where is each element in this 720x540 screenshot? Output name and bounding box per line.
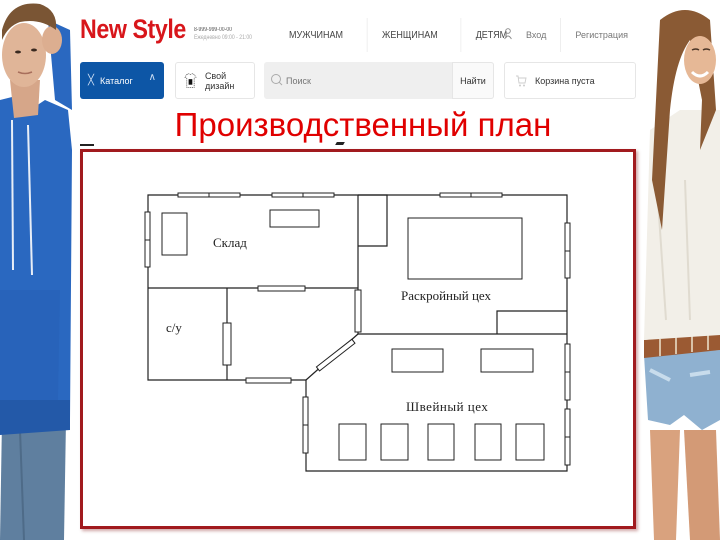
- search-icon: [271, 74, 283, 86]
- register-link[interactable]: Регистрация: [575, 30, 628, 40]
- window: [302, 192, 335, 198]
- cart-button[interactable]: Корзина пуста: [504, 62, 636, 99]
- nav-men[interactable]: МУЖЧИНАМ: [275, 18, 358, 52]
- site-header: New Style 8-999-999-00-00 Ежедневно 09:0…: [74, 0, 640, 105]
- window: [564, 222, 571, 252]
- catalog-label: Каталог: [100, 75, 133, 86]
- cart-label: Корзина пуста: [535, 75, 595, 86]
- window: [177, 192, 210, 198]
- window: [564, 436, 571, 466]
- user-nav: Вход Регистрация: [504, 18, 628, 52]
- search-bar: Найти: [264, 62, 494, 99]
- custom-design-button[interactable]: Свой дизайн: [175, 62, 255, 99]
- chevron-up-icon: ∧: [148, 72, 156, 83]
- sewing-machine: [380, 423, 409, 461]
- room-label-sewing: Швейный цех: [406, 399, 488, 414]
- window: [564, 371, 571, 401]
- model-photo-right: [640, 0, 720, 540]
- window: [208, 192, 241, 198]
- decorative-mark: [80, 144, 94, 146]
- sewing-machine: [515, 423, 545, 461]
- sewing-machine: [474, 423, 502, 461]
- room-label-cutting: Раскройный цех: [401, 288, 491, 303]
- slide-title: Производственный план: [174, 106, 552, 143]
- sewing-machine: [427, 423, 455, 461]
- nav-women[interactable]: ЖЕНЩИНАМ: [366, 18, 452, 52]
- search-input[interactable]: [284, 62, 454, 99]
- sewing-machine: [338, 423, 367, 461]
- furniture: [269, 209, 320, 228]
- man-hoodie-illustration: [0, 0, 72, 540]
- wall: [358, 194, 388, 247]
- floor-plan-frame: Склад Раскройный цех с/у Швейный цех: [80, 149, 636, 529]
- sewing-table: [480, 348, 534, 373]
- window: [439, 192, 472, 198]
- search-button[interactable]: Найти: [452, 62, 494, 99]
- room-label-warehouse: Склад: [213, 235, 247, 250]
- custom-design-label: Свой дизайн: [204, 70, 235, 91]
- door: [257, 285, 306, 292]
- tshirt-design-icon: [184, 72, 197, 88]
- window: [144, 211, 151, 241]
- contact-info: 8-999-999-00-00 Ежедневно 09:00 - 21:00: [194, 26, 252, 42]
- cutting-table: [407, 217, 523, 280]
- window: [470, 192, 503, 198]
- decorative-mark: [335, 142, 345, 145]
- window: [564, 408, 571, 438]
- login-link[interactable]: Вход: [526, 30, 546, 40]
- window: [302, 396, 309, 426]
- woman-illustration: [640, 0, 720, 540]
- door: [354, 289, 362, 333]
- working-hours: Ежедневно 09:00 - 21:00: [194, 35, 253, 41]
- window: [144, 239, 151, 268]
- window: [564, 343, 571, 373]
- wall: [496, 310, 567, 334]
- door: [315, 338, 356, 372]
- close-icon: ╳: [88, 75, 95, 86]
- window: [564, 250, 571, 279]
- model-photo-left: [0, 0, 72, 540]
- floor-plan: Склад Раскройный цех с/у Швейный цех: [144, 192, 571, 472]
- window: [302, 424, 309, 454]
- window: [271, 192, 304, 198]
- door: [222, 322, 232, 366]
- phone-number[interactable]: 8-999-999-00-00: [194, 26, 252, 34]
- main-nav: МУЖЧИНАМ ЖЕНЩИНАМ ДЕТЯМ: [270, 18, 525, 52]
- cart-icon: [516, 75, 527, 86]
- user-icon: [504, 28, 512, 42]
- sewing-table: [391, 348, 444, 373]
- room-label-wc: с/у: [166, 320, 182, 335]
- furniture: [161, 212, 188, 256]
- site-logo[interactable]: New Style: [80, 14, 186, 45]
- door: [245, 377, 292, 384]
- catalog-button[interactable]: ╳ Каталог ∧: [80, 62, 164, 99]
